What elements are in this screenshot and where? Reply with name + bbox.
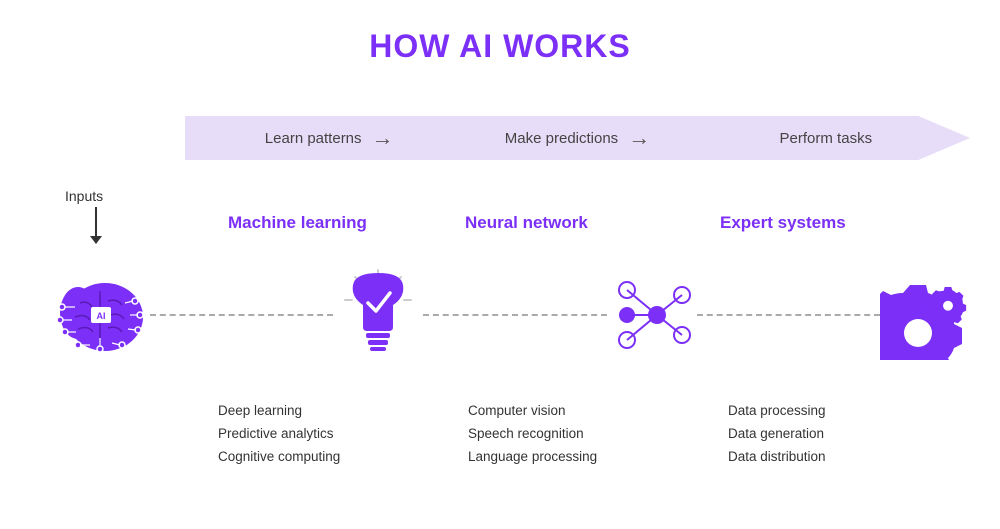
arrow-label-predict: Make predictions → [453,125,701,151]
inputs-label: Inputs [65,188,103,204]
gear-icon [880,270,970,360]
arrow-label-perform: Perform tasks [702,130,950,147]
icons-row: AI [50,265,970,365]
section-title-ml: Machine learning [228,213,367,233]
ml-sub-labels: Deep learning Predictive analytics Cogni… [218,400,340,469]
arrow-label-learn: Learn patterns → [205,125,453,151]
page-title: HOW AI WORKS [0,0,1000,65]
svg-text:AI: AI [97,311,106,321]
connector-bulb-neural [423,314,606,316]
section-title-nn: Neural network [465,213,588,233]
arrow-banner: Learn patterns → Make predictions → Perf… [185,110,970,166]
neural-icon [607,270,697,360]
section-title-es: Expert systems [720,213,846,233]
bulb-icon [333,265,423,365]
nn-sub-labels: Computer vision Speech recognition Langu… [468,400,597,469]
brain-icon: AI [50,265,150,365]
connector-neural-gear [697,314,880,316]
connector-brain-bulb [150,314,333,316]
es-sub-labels: Data processing Data generation Data dis… [728,400,826,469]
inputs-arrow [95,207,97,237]
